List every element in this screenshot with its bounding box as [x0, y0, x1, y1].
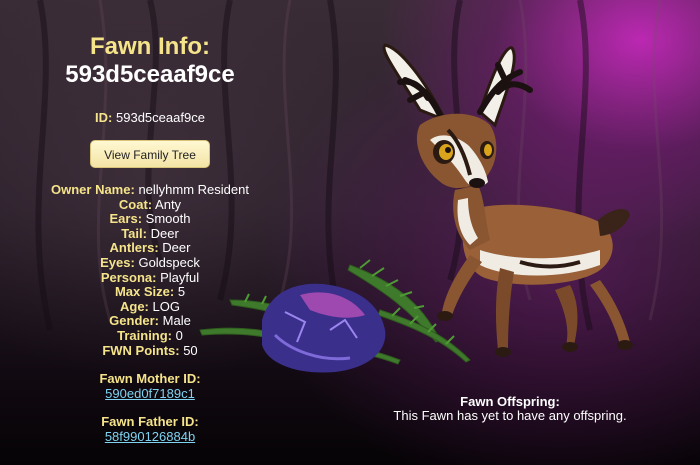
attribute-label: Gender:: [109, 313, 160, 329]
attribute-label: Tail:: [121, 225, 147, 241]
father-section: Fawn Father ID: 58f990126884b: [0, 414, 300, 444]
attribute-value: 5: [177, 284, 186, 300]
id-line: ID: 593d5ceaaf9ce: [0, 110, 300, 125]
offspring-text: This Fawn has yet to have any offspring.: [393, 408, 627, 423]
attribute-value: Playful: [160, 269, 200, 285]
attribute-value: Goldspeck: [138, 254, 200, 270]
offspring-heading: Fawn Offspring:: [460, 394, 560, 409]
attribute-row-antlers: Antlers: Deer: [0, 241, 300, 256]
attribute-label: Max Size:: [114, 284, 175, 300]
deer-illustration: [382, 43, 633, 357]
attribute-row-gender: Gender: Male: [0, 314, 300, 329]
attribute-value: nellyhmm Resident: [138, 182, 249, 197]
offspring-section: Fawn Offspring: This Fawn has yet to hav…: [350, 395, 670, 423]
attribute-value: LOG: [152, 298, 180, 314]
id-label: ID:: [95, 110, 113, 125]
attribute-row-eyes: Eyes: Goldspeck: [0, 254, 300, 271]
attribute-row-owner: Owner Name: nellyhmm Resident: [0, 182, 300, 198]
attribute-label: Antlers:: [109, 240, 159, 256]
attribute-row-max-size: Max Size: 5: [0, 284, 300, 300]
mother-label: Fawn Mother ID:: [99, 371, 201, 386]
attribute-row-age: Age: LOG: [0, 298, 300, 315]
attribute-value: Deer: [162, 240, 191, 256]
attribute-list: Owner Name: nellyhmm Resident Coat: Anty…: [0, 182, 300, 359]
father-label: Fawn Father ID:: [101, 414, 199, 429]
attribute-label: FWN Points:: [102, 342, 180, 358]
mother-section: Fawn Mother ID: 590ed0f7189c1: [0, 371, 300, 401]
attribute-value: Anty: [155, 196, 182, 212]
page-title-fawn-id: 593d5ceaaf9ce: [65, 61, 235, 88]
attribute-label: Age:: [120, 298, 149, 314]
attribute-label: Coat:: [118, 196, 153, 212]
attribute-row-coat: Coat: Anty: [0, 196, 300, 213]
id-value: 593d5ceaaf9ce: [116, 110, 205, 125]
attribute-row-ears: Ears: Smooth: [0, 211, 300, 227]
attribute-row-persona: Persona: Playful: [0, 269, 300, 286]
attribute-value: 0: [175, 327, 183, 343]
mother-id-link[interactable]: 590ed0f7189c1: [105, 386, 195, 401]
attribute-value: Smooth: [145, 211, 191, 227]
attribute-value: Deer: [150, 225, 179, 241]
attribute-label: Ears:: [109, 211, 143, 227]
attribute-row-fwn-points: FWN Points: 50: [0, 342, 300, 359]
attribute-row-training: Training: 0: [0, 327, 300, 344]
attribute-row-tail: Tail: Deer: [0, 225, 300, 242]
attribute-label: Eyes:: [100, 254, 135, 270]
attribute-value: Male: [162, 313, 191, 329]
father-id-link[interactable]: 58f990126884b: [105, 429, 195, 444]
page-title-heading: Fawn Info:: [90, 33, 210, 60]
attribute-label: Persona:: [100, 269, 157, 285]
attribute-label: Training:: [117, 327, 173, 343]
view-family-tree-button[interactable]: View Family Tree: [90, 140, 210, 168]
attribute-value: 50: [183, 342, 198, 358]
attribute-label: Owner Name:: [51, 182, 135, 197]
page-title: Fawn Info: 593d5ceaaf9ce: [0, 33, 300, 89]
